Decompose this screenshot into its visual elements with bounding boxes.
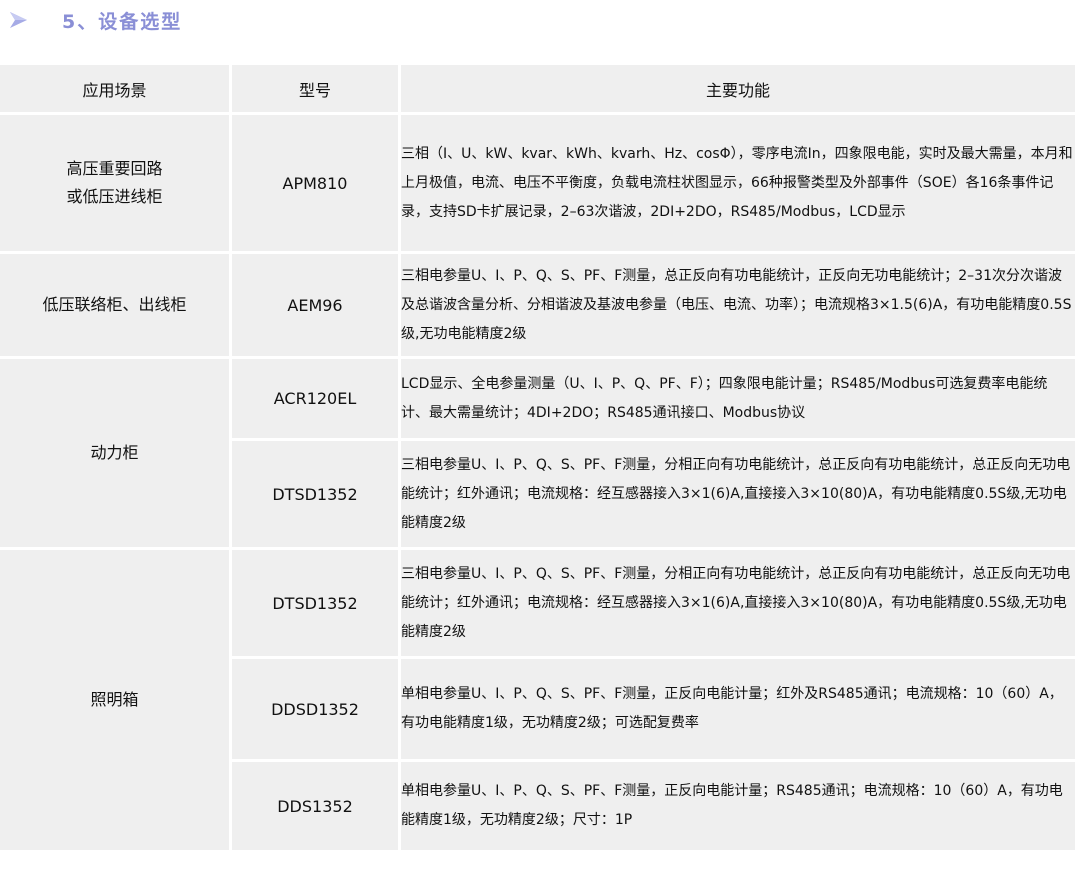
function-cell: 三相（I、U、kW、kvar、kWh、kvarh、Hz、cosΦ），零序电流In… — [401, 115, 1075, 251]
table-header-row: 应用场景 型号 主要功能 — [0, 65, 1075, 112]
model-cell: DTSD1352 — [232, 550, 398, 656]
model-cell: DDS1352 — [232, 762, 398, 850]
function-cell: LCD显示、全电参量测量（U、I、P、Q、PF、F）；四象限电能计量；RS485… — [401, 359, 1075, 438]
section-heading: 5、设备选型 — [0, 0, 1075, 40]
function-cell: 三相电参量U、I、P、Q、S、PF、F测量，分相正向有功电能统计，总正反向有功电… — [401, 441, 1075, 547]
scene-cell: 低压联络柜、出线柜 — [0, 254, 229, 356]
model-cell: AEM96 — [232, 254, 398, 356]
model-cell: APM810 — [232, 115, 398, 251]
function-cell: 单相电参量U、I、P、Q、S、PF、F测量，正反向电能计量；RS485通讯；电流… — [401, 762, 1075, 850]
model-cell: DDSD1352 — [232, 659, 398, 759]
table-row: 动力柜 ACR120EL LCD显示、全电参量测量（U、I、P、Q、PF、F）；… — [0, 359, 1075, 547]
header-scene: 应用场景 — [0, 65, 229, 112]
triangle-arrow-icon — [10, 12, 27, 28]
function-cell: 三相电参量U、I、P、Q、S、PF、F测量，分相正向有功电能统计，总正反向有功电… — [401, 550, 1075, 656]
model-cell: ACR120EL — [232, 359, 398, 438]
table-row: 低压联络柜、出线柜 AEM96 三相电参量U、I、P、Q、S、PF、F测量，总正… — [0, 254, 1075, 356]
header-model: 型号 — [232, 65, 398, 112]
header-function: 主要功能 — [401, 65, 1075, 112]
scene-cell: 高压重要回路 或低压进线柜 — [0, 115, 229, 251]
function-cell: 三相电参量U、I、P、Q、S、PF、F测量，总正反向有功电能统计，正反向无功电能… — [401, 254, 1075, 356]
function-cell: 单相电参量U、I、P、Q、S、PF、F测量，正反向电能计量；红外及RS485通讯… — [401, 659, 1075, 759]
model-cell: DTSD1352 — [232, 441, 398, 547]
equipment-selection-table: 应用场景 型号 主要功能 高压重要回路 或低压进线柜 APM810 三相（I、U… — [0, 62, 1075, 853]
table-row: 高压重要回路 或低压进线柜 APM810 三相（I、U、kW、kvar、kWh、… — [0, 115, 1075, 251]
scene-cell: 照明箱 — [0, 550, 229, 850]
scene-cell: 动力柜 — [0, 359, 229, 547]
table-row: 照明箱 DTSD1352 三相电参量U、I、P、Q、S、PF、F测量，分相正向有… — [0, 550, 1075, 850]
section-title: 5、设备选型 — [62, 10, 183, 33]
